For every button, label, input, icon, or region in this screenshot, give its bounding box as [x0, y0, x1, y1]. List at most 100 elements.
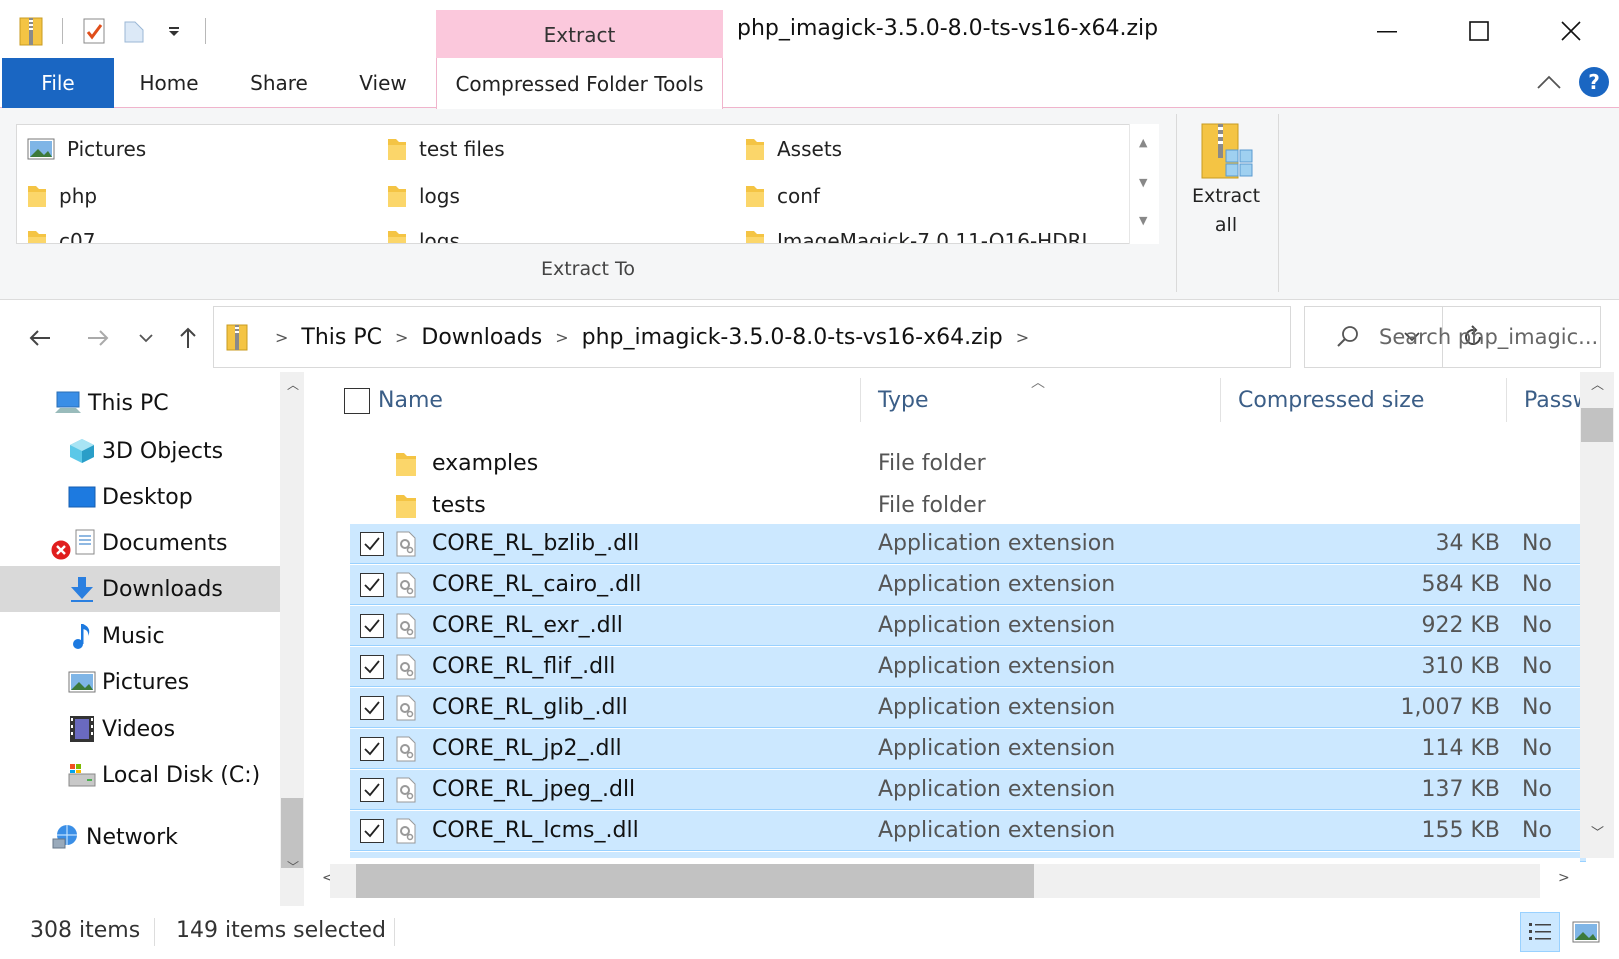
tab-compressed-folder-tools[interactable]: Compressed Folder Tools: [436, 58, 723, 109]
row-checkbox[interactable]: [360, 696, 384, 720]
column-divider[interactable]: [1506, 378, 1507, 422]
minimize-button[interactable]: [1341, 10, 1433, 52]
column-header-type[interactable]: Type: [866, 372, 1206, 428]
help-button[interactable]: ?: [1579, 67, 1609, 97]
tab-file[interactable]: File: [2, 58, 114, 108]
column-header-name[interactable]: Name: [366, 372, 830, 428]
table-row[interactable]: CORE_RL_glib_.dll Application extension …: [350, 688, 1586, 728]
nav-item-this-pc[interactable]: This PC: [0, 380, 280, 426]
extract-to-item[interactable]: conf: [745, 176, 820, 216]
new-folder-icon[interactable]: [117, 14, 151, 48]
vertical-scroll-thumb[interactable]: [1581, 408, 1613, 442]
column-header-password[interactable]: Passw: [1512, 372, 1580, 428]
extract-to-item[interactable]: logs: [387, 221, 460, 243]
nav-item-label: Network: [86, 824, 178, 850]
extract-to-item[interactable]: Assets: [745, 129, 842, 169]
properties-icon[interactable]: [77, 14, 111, 48]
nav-item-3d-objects[interactable]: 3D Objects: [0, 428, 280, 474]
row-checkbox[interactable]: [360, 532, 384, 556]
scroll-right-icon[interactable]: >: [1558, 870, 1570, 886]
file-type: File folder: [878, 451, 986, 476]
row-checkbox[interactable]: [360, 614, 384, 638]
row-checkbox[interactable]: [360, 737, 384, 761]
row-checkbox[interactable]: [360, 573, 384, 597]
extract-to-item[interactable]: test files: [387, 129, 505, 169]
scroll-down-icon[interactable]: ﹀: [1591, 822, 1604, 841]
file-name: examples: [432, 451, 539, 476]
extract-to-item[interactable]: ImageMagick-7.0.11-Q16-HDRI: [745, 221, 1087, 243]
column-header-compressed-size[interactable]: Compressed size: [1226, 372, 1506, 428]
row-checkbox[interactable]: [360, 778, 384, 802]
table-row[interactable]: CORE_RL_cairo_.dll Application extension…: [350, 565, 1586, 605]
extract-to-item[interactable]: c07: [27, 221, 96, 244]
row-checkbox[interactable]: [360, 819, 384, 843]
tab-share[interactable]: Share: [240, 58, 318, 108]
tab-home[interactable]: Home: [128, 58, 210, 108]
extract-to-item[interactable]: Pictures: [27, 129, 146, 169]
extract-to-item[interactable]: php: [27, 176, 97, 216]
gallery-scroll-up-icon[interactable]: ▲: [1139, 136, 1147, 149]
nav-item-downloads[interactable]: Downloads: [0, 566, 280, 612]
gallery-expand-icon[interactable]: ▼: [1139, 214, 1147, 227]
forward-button[interactable]: [80, 320, 116, 356]
table-row[interactable]: tests File folder: [350, 486, 1586, 526]
breadcrumb-downloads[interactable]: Downloads: [421, 325, 542, 350]
file-list-horizontal-scrollbar[interactable]: < >: [304, 858, 1580, 906]
extract-to-item[interactable]: logs: [387, 176, 460, 216]
toolbar-separator: [62, 18, 63, 44]
status-divider: [394, 918, 395, 946]
breadcrumb-chevron-icon[interactable]: >: [275, 328, 288, 347]
customize-toolbar-icon[interactable]: [157, 14, 191, 48]
table-row[interactable]: CORE_RL_jp2_.dll Application extension 1…: [350, 729, 1586, 769]
scroll-up-icon[interactable]: ︿: [1591, 374, 1604, 393]
nav-item-pictures[interactable]: Pictures: [0, 659, 280, 705]
table-row[interactable]: CORE_RL_bzlib_.dll Application extension…: [350, 524, 1586, 564]
arrow-left-icon: [29, 330, 50, 346]
gallery-scroll-down-icon[interactable]: ▼: [1139, 176, 1147, 189]
maximize-button[interactable]: [1433, 10, 1525, 52]
file-compressed-size: 584 KB: [1421, 572, 1500, 597]
nav-item-documents[interactable]: Documents: [0, 520, 280, 566]
nav-item-local-disk[interactable]: Local Disk (C:): [0, 752, 280, 798]
nav-pane-scrollbar[interactable]: ︿ ﹀: [280, 372, 304, 906]
scroll-up-icon[interactable]: ︿: [287, 376, 299, 393]
table-row[interactable]: CORE_RL_exr_.dll Application extension 9…: [350, 606, 1586, 646]
table-row[interactable]: CORE_RL_lcms_.dll Application extension …: [350, 811, 1586, 851]
zip-folder-icon[interactable]: [14, 14, 48, 48]
large-icons-view-button[interactable]: [1566, 912, 1606, 952]
tab-view[interactable]: View: [350, 58, 416, 108]
scroll-down-icon[interactable]: ﹀: [287, 858, 299, 875]
collapse-ribbon-button[interactable]: [1536, 72, 1562, 96]
breadcrumb-chevron-icon[interactable]: >: [555, 328, 568, 347]
nav-item-music[interactable]: Music: [0, 613, 280, 659]
extract-all-button[interactable]: Extract all: [1186, 120, 1266, 240]
search-box[interactable]: [1304, 306, 1601, 368]
breadcrumb-this-pc[interactable]: This PC: [301, 325, 382, 350]
back-button[interactable]: [22, 320, 58, 356]
breadcrumb-zip[interactable]: php_imagick-3.5.0-8.0-ts-vs16-x64.zip: [582, 325, 1003, 350]
table-row[interactable]: CORE_RL_jpeg_.dll Application extension …: [350, 770, 1586, 810]
breadcrumb-chevron-icon[interactable]: >: [395, 328, 408, 347]
address-bar[interactable]: > This PC > Downloads > php_imagick-3.5.…: [213, 306, 1481, 368]
details-view-button[interactable]: [1520, 912, 1560, 952]
extract-to-label: c07: [59, 229, 96, 244]
nav-item-videos[interactable]: Videos: [0, 706, 280, 752]
table-row[interactable]: examples File folder: [350, 444, 1586, 484]
nav-item-desktop[interactable]: Desktop: [0, 474, 280, 520]
up-button[interactable]: [170, 320, 206, 356]
column-divider[interactable]: [1220, 378, 1221, 422]
dll-file-icon: [394, 735, 418, 763]
breadcrumb-chevron-icon[interactable]: >: [1016, 328, 1029, 347]
horizontal-scroll-thumb[interactable]: [356, 864, 1034, 898]
file-list-vertical-scrollbar[interactable]: ︿ ﹀: [1580, 372, 1614, 858]
search-input[interactable]: [1379, 325, 1599, 349]
close-button[interactable]: [1525, 10, 1617, 52]
gallery-scrollbar[interactable]: ▲ ▼ ▼: [1129, 124, 1159, 244]
nav-item-network[interactable]: Network: [0, 814, 280, 860]
file-password: No: [1522, 572, 1552, 597]
table-row[interactable]: CORE_RL_flif_.dll Application extension …: [350, 647, 1586, 687]
file-type: File folder: [878, 493, 986, 518]
recent-locations-button[interactable]: [128, 320, 164, 356]
row-checkbox[interactable]: [360, 655, 384, 679]
column-divider[interactable]: [860, 378, 861, 422]
